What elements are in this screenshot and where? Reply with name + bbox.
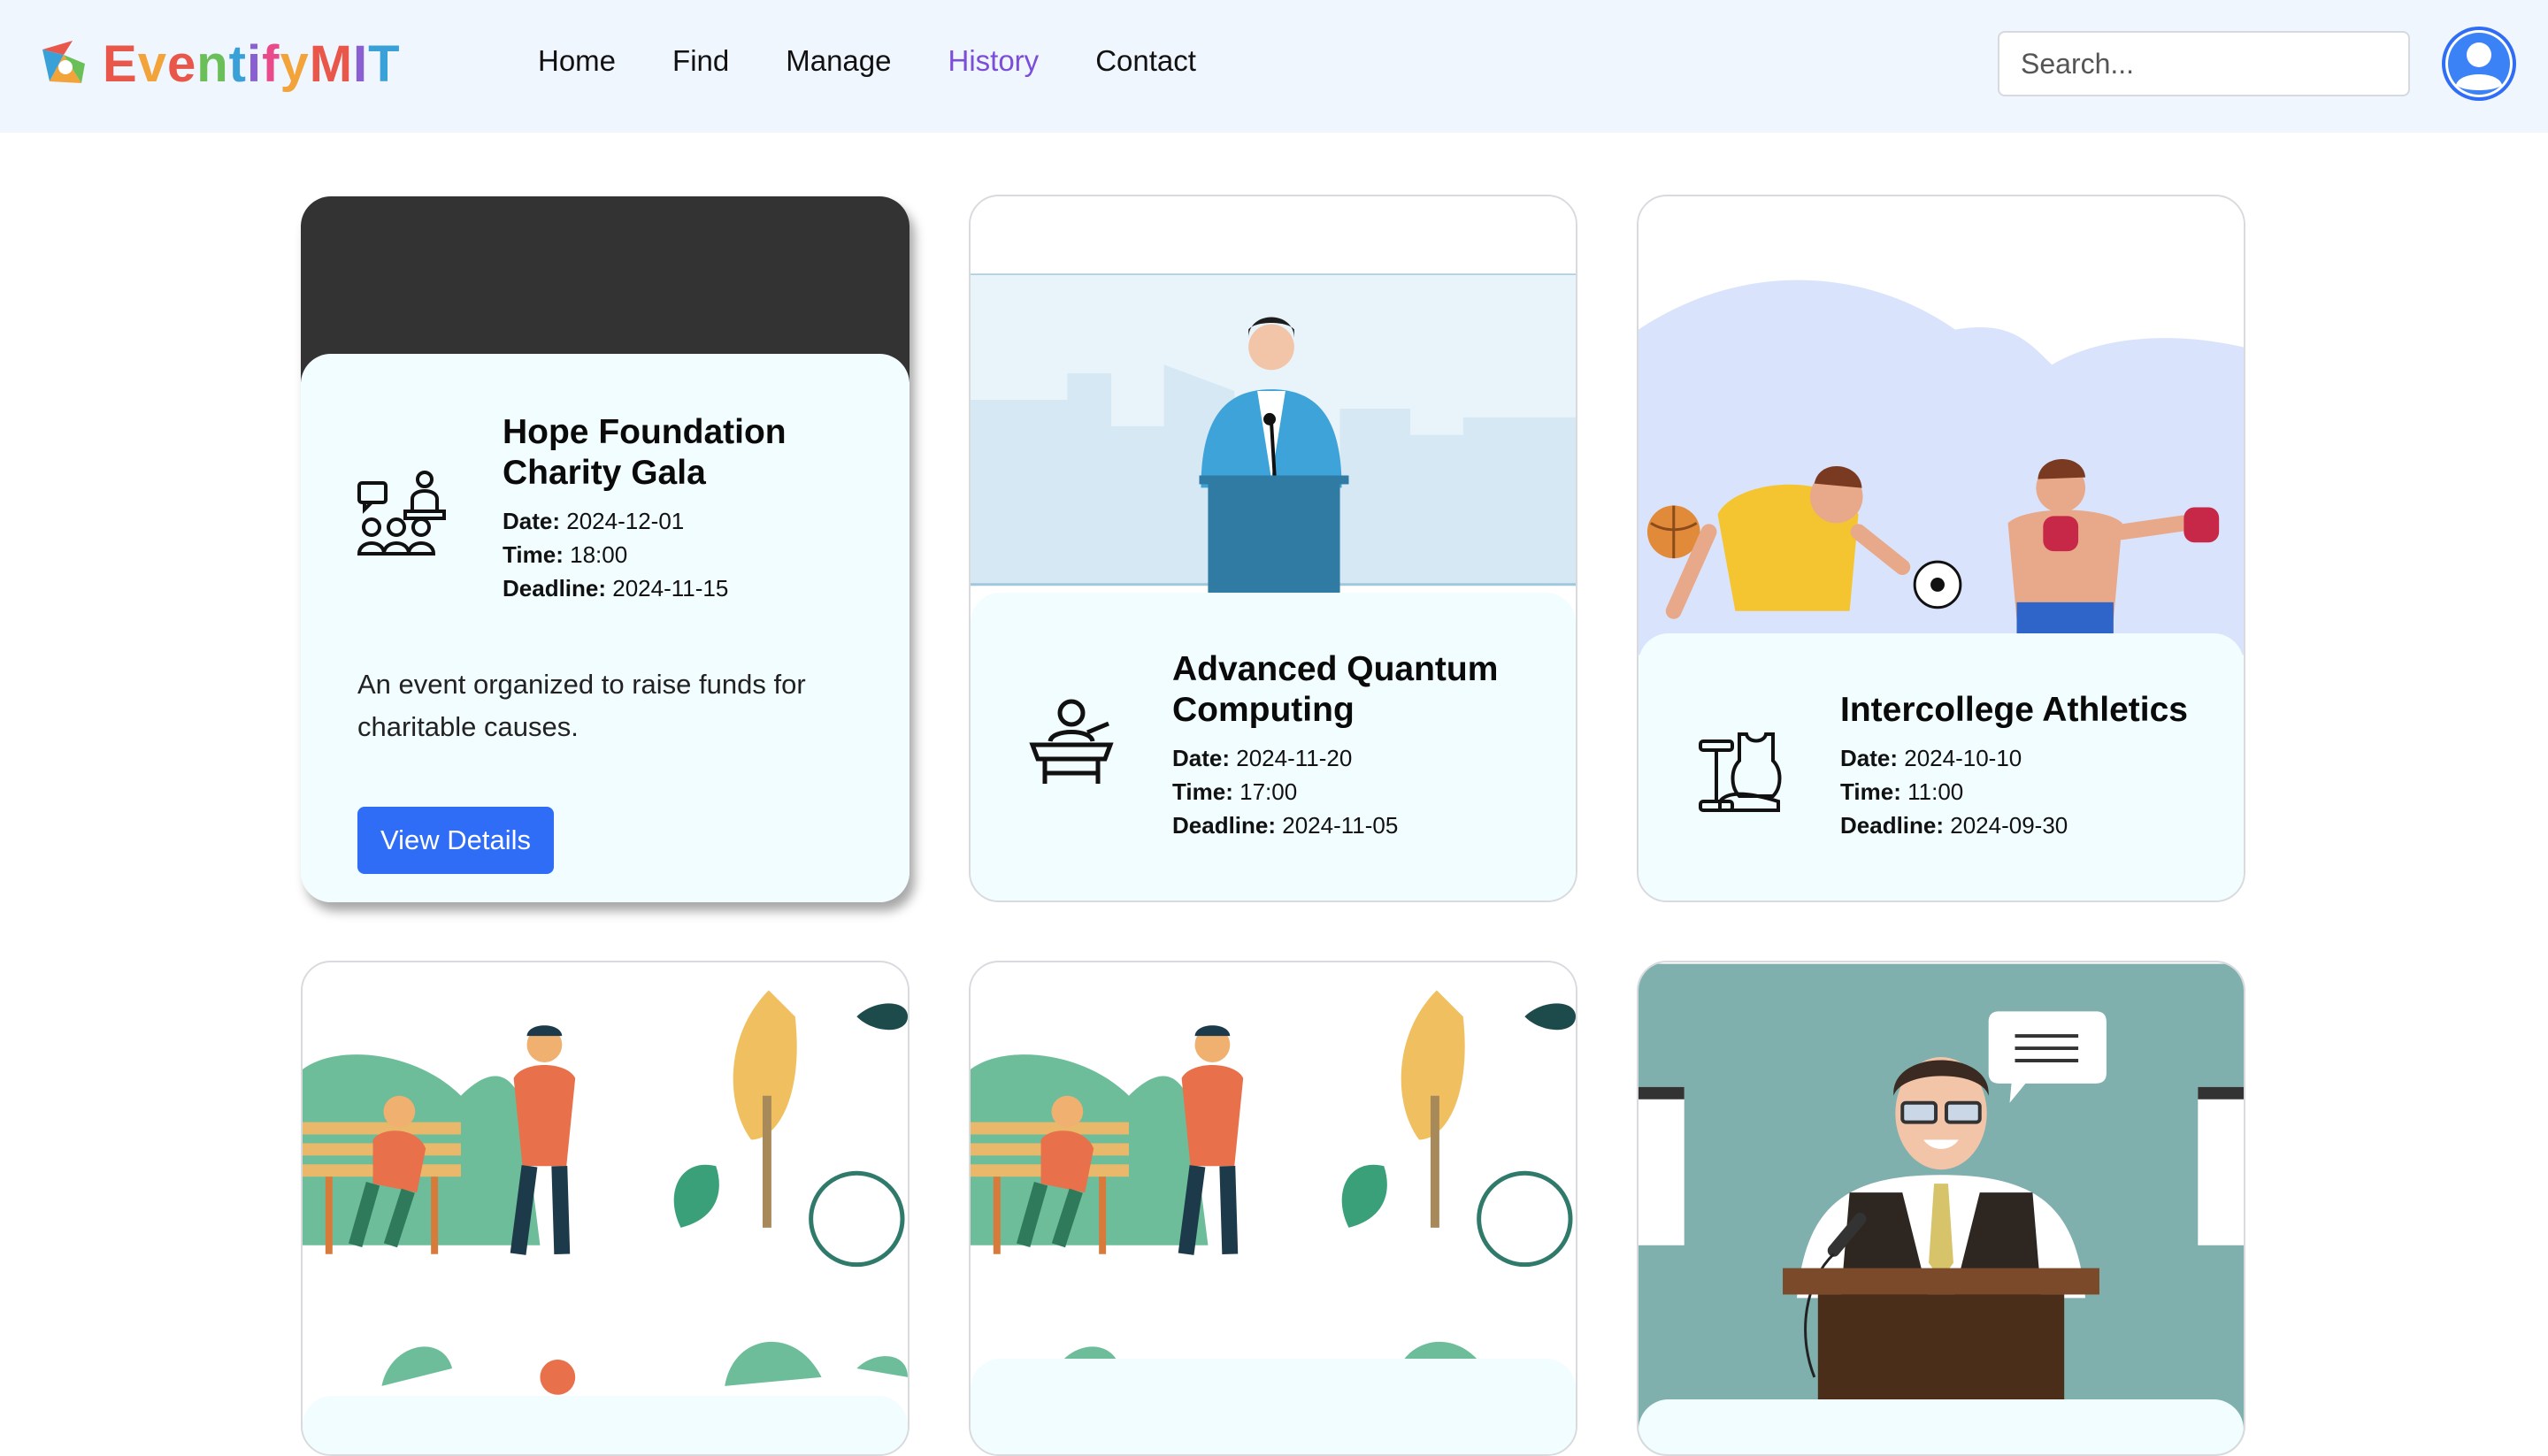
search-input[interactable] <box>1998 31 2410 96</box>
time-label: Time: <box>1840 778 1901 805</box>
event-meta: Date: 2024-10-10 Time: 11:00 Deadline: 2… <box>1840 741 2068 842</box>
deadline-label: Deadline: <box>1840 812 1945 839</box>
view-details-button[interactable]: View Details <box>357 807 555 874</box>
event-deadline: Deadline: 2024-09-30 <box>1840 808 2068 842</box>
event-image <box>1639 197 2244 655</box>
event-card-body: Hope Foundation Charity Gala Date: 2024-… <box>301 354 909 902</box>
nav-home[interactable]: Home <box>538 44 616 78</box>
deadline-value: 2024-11-05 <box>1282 812 1399 839</box>
lecture-desk-icon <box>1029 699 1114 784</box>
description-line: An event organized to raise funds for <box>357 669 806 700</box>
event-image <box>1639 963 2244 1454</box>
description-line: charitable causes. <box>357 711 579 742</box>
event-card-body <box>303 1396 908 1454</box>
nav-find[interactable]: Find <box>672 44 729 78</box>
date-label: Date: <box>1840 745 1899 771</box>
navbar: EventifyMIT Home Find Manage History Con… <box>0 0 2548 133</box>
time-label: Time: <box>503 541 564 568</box>
event-title-line: Hope Foundation <box>503 413 787 451</box>
time-value: 17:00 <box>1239 778 1298 805</box>
event-title-line: Intercollege Athletics <box>1840 691 2188 729</box>
event-description: An event organized to raise funds for ch… <box>357 663 806 748</box>
event-deadline: Deadline: 2024-11-05 <box>1172 808 1398 842</box>
event-card-body <box>1639 1399 2244 1454</box>
date-value: 2024-10-10 <box>1904 745 2022 771</box>
event-meta: Date: 2024-11-20 Time: 17:00 Deadline: 2… <box>1172 741 1398 842</box>
event-card <box>969 961 1577 1456</box>
nav-manage[interactable]: Manage <box>786 44 891 78</box>
date-label: Date: <box>503 508 561 534</box>
event-card-body <box>971 1359 1576 1454</box>
event-card: Advanced Quantum Computing Date: 2024-11… <box>969 195 1577 902</box>
event-title: Intercollege Athletics <box>1840 690 2188 731</box>
deadline-label: Deadline: <box>503 575 607 602</box>
event-image <box>303 963 908 1454</box>
deadline-value: 2024-09-30 <box>1950 812 2068 839</box>
brand[interactable]: EventifyMIT <box>37 34 401 93</box>
event-date: Date: 2024-11-20 <box>1172 741 1398 775</box>
event-card-body: Intercollege Athletics Date: 2024-10-10 … <box>1639 633 2244 900</box>
event-card <box>301 961 909 1456</box>
brand-logo-icon <box>42 41 85 83</box>
deadline-label: Deadline: <box>1172 812 1277 839</box>
date-value: 2024-11-20 <box>1236 745 1353 771</box>
event-title: Advanced Quantum Computing <box>1172 649 1498 731</box>
event-title-line: Computing <box>1172 691 1355 729</box>
time-label: Time: <box>1172 778 1233 805</box>
deadline-value: 2024-11-15 <box>612 575 729 602</box>
time-value: 18:00 <box>570 541 628 568</box>
event-time: Time: 18:00 <box>503 538 728 571</box>
charity-people-icon <box>357 471 446 556</box>
main-nav: Home Find Manage History Contact <box>538 44 1253 78</box>
event-card: Hope Foundation Charity Gala Date: 2024-… <box>301 196 909 902</box>
event-deadline: Deadline: 2024-11-15 <box>503 571 728 605</box>
time-value: 11:00 <box>1907 778 1964 805</box>
date-label: Date: <box>1172 745 1231 771</box>
event-image <box>971 197 1576 602</box>
nav-history[interactable]: History <box>948 44 1040 78</box>
event-title: Hope Foundation Charity Gala <box>503 412 787 494</box>
brand-name: EventifyMIT <box>103 34 401 93</box>
sports-equipment-icon <box>1699 732 1782 812</box>
event-card: Intercollege Athletics Date: 2024-10-10 … <box>1637 195 2245 902</box>
event-date: Date: 2024-12-01 <box>503 504 728 538</box>
event-title-line: Charity Gala <box>503 454 706 492</box>
user-avatar-icon[interactable] <box>2440 25 2518 103</box>
date-value: 2024-12-01 <box>566 508 685 534</box>
event-card-body: Advanced Quantum Computing Date: 2024-11… <box>971 593 1576 900</box>
event-time: Time: 11:00 <box>1840 775 2068 808</box>
event-time: Time: 17:00 <box>1172 775 1398 808</box>
event-date: Date: 2024-10-10 <box>1840 741 2068 775</box>
event-meta: Date: 2024-12-01 Time: 18:00 Deadline: 2… <box>503 504 728 605</box>
nav-contact[interactable]: Contact <box>1095 44 1196 78</box>
event-card <box>1637 961 2245 1456</box>
event-title-line: Advanced Quantum <box>1172 650 1499 688</box>
